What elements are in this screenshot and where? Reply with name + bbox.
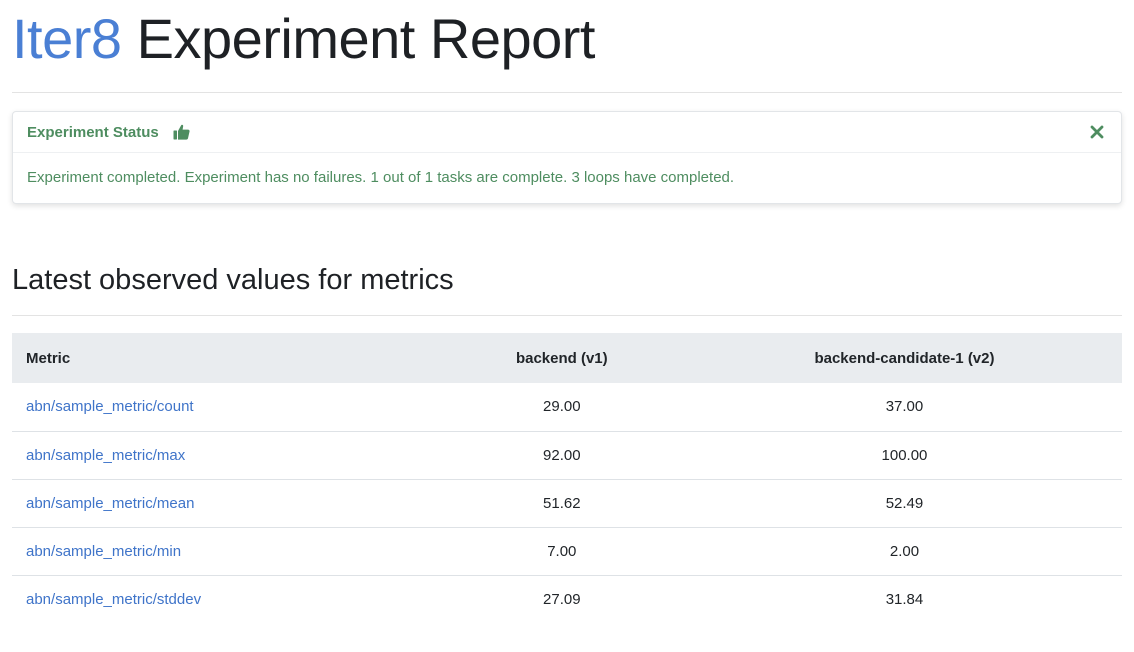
v2-value-cell: 2.00	[686, 526, 1122, 575]
v2-value-cell: 100.00	[686, 430, 1122, 479]
metrics-table: Metric backend (v1) backend-candidate-1 …	[12, 333, 1122, 623]
header-divider	[12, 92, 1122, 93]
metric-cell: abn/sample_metric/min	[12, 526, 437, 575]
metric-cell: abn/sample_metric/mean	[12, 478, 437, 527]
v2-value-cell: 52.49	[686, 478, 1122, 527]
table-row: abn/sample_metric/stddev 27.09 31.84	[12, 574, 1122, 623]
v1-value-cell: 29.00	[543, 398, 581, 416]
metrics-table-body: abn/sample_metric/count 29.00 37.00 abn/…	[12, 383, 1122, 623]
section-divider	[12, 315, 1122, 316]
column-header-backend-candidate-v2: backend-candidate-1 (v2)	[814, 349, 995, 367]
table-header-row: Metric backend (v1) backend-candidate-1 …	[12, 333, 1122, 383]
v2-value-cell: 31.84	[686, 574, 1122, 623]
page-title: Iter8 Experiment Report	[12, 0, 596, 78]
v2-value-cell: 37.00	[885, 398, 924, 416]
table-row: abn/sample_metric/mean 51.62 52.49	[12, 478, 1122, 527]
column-header-backend-v1: backend (v1)	[515, 349, 608, 367]
v1-value-cell: 92.00	[436, 430, 687, 479]
metric-link[interactable]: abn/sample_metric/min	[26, 543, 181, 560]
v1-value-cell: 7.00	[436, 526, 687, 575]
metric-link[interactable]: abn/sample_metric/max	[26, 447, 185, 464]
metric-cell: abn/sample_metric/max	[12, 430, 437, 479]
report-page: Iter8 Experiment Report Experiment Statu…	[0, 0, 1134, 652]
thumbs-up-icon	[173, 124, 190, 140]
metric-link[interactable]: abn/sample_metric/stddev	[26, 591, 201, 608]
v1-value-cell: 27.09	[436, 574, 687, 623]
experiment-status-card: Experiment Status Experiment completed. …	[12, 111, 1122, 204]
metric-cell: abn/sample_metric/stddev	[12, 574, 437, 623]
page-header: Iter8 Experiment Report	[12, 0, 1122, 78]
metrics-section-title: Latest observed values for metrics	[12, 264, 454, 296]
status-header-left: Experiment Status	[27, 124, 190, 141]
status-card-header: Experiment Status	[13, 112, 1121, 153]
metrics-table-header: Metric backend (v1) backend-candidate-1 …	[12, 333, 1122, 383]
page-title-text: Experiment Report	[121, 7, 596, 70]
metric-link[interactable]: abn/sample_metric/count	[26, 398, 194, 415]
status-message: Experiment completed. Experiment has no …	[27, 169, 735, 186]
column-header-metric: Metric	[26, 349, 71, 367]
metric-link[interactable]: abn/sample_metric/mean	[26, 495, 194, 512]
close-icon[interactable]	[1087, 122, 1107, 142]
status-title: Experiment Status	[27, 123, 159, 141]
table-row: abn/sample_metric/min 7.00 2.00	[12, 526, 1122, 575]
metric-cell: abn/sample_metric/count	[12, 383, 437, 431]
v1-value-cell: 51.62	[436, 478, 687, 527]
brand-name: Iter8	[12, 7, 122, 70]
table-row: abn/sample_metric/max 92.00 100.00	[12, 430, 1122, 479]
table-row: abn/sample_metric/count 29.00 37.00	[12, 383, 1122, 431]
